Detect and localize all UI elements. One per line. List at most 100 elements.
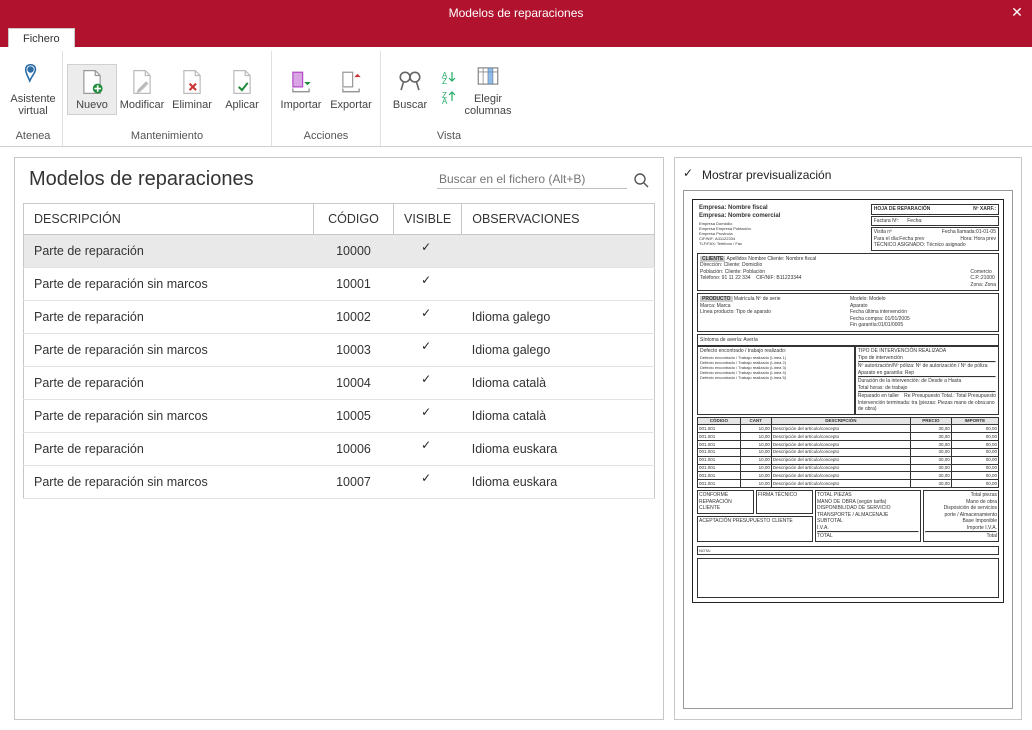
cell-visible: [394, 235, 462, 268]
close-button[interactable]: ✕: [1002, 0, 1032, 25]
cell-obs: [462, 268, 655, 301]
cell-obs: Idioma galego: [462, 301, 655, 334]
edit-icon: [129, 69, 155, 97]
window-title: Modelos de reparaciones: [449, 6, 584, 20]
preview-toggle[interactable]: Mostrar previsualización: [683, 168, 1013, 190]
sort-asc-button[interactable]: AZ: [439, 71, 459, 89]
searchbox: [437, 170, 649, 189]
search-icon: [397, 69, 423, 97]
sort-asc-icon: AZ: [441, 69, 457, 90]
importar-button[interactable]: Importar: [276, 64, 326, 115]
checkbox-icon[interactable]: [421, 408, 434, 421]
cell-code: 10000: [314, 235, 394, 268]
close-icon: ✕: [1011, 4, 1023, 21]
table-row[interactable]: Parte de reparación10002 Idioma galego: [24, 301, 655, 334]
main: Modelos de reparaciones DESCRIPCIÓN CÓDI…: [0, 147, 1032, 730]
page-title: Modelos de reparaciones: [29, 168, 254, 191]
cell-desc: Parte de reparación: [24, 235, 314, 268]
ribbon: Asistentevirtual Atenea Nuevo Modificar: [0, 47, 1032, 147]
preview-area: Empresa: Nombre fiscal Empresa: Nombre c…: [683, 190, 1013, 709]
search-icon[interactable]: [633, 172, 649, 188]
ribbon-label: Eliminar: [172, 100, 212, 112]
checkbox-icon[interactable]: [421, 342, 434, 355]
titlebar: Modelos de reparaciones ✕: [0, 0, 1032, 25]
import-icon: [288, 69, 314, 97]
ribbon-group-label: Mantenimiento: [131, 128, 203, 146]
ribbon-label: Aplicar: [225, 100, 259, 112]
ribbon-group-atenea: Asistentevirtual Atenea: [4, 51, 63, 146]
sort-stack: AZ ZA: [435, 69, 463, 111]
table-row[interactable]: Parte de reparación sin marcos10003 Idiom…: [24, 334, 655, 367]
aplicar-button[interactable]: Aplicar: [217, 64, 267, 115]
cell-visible: [394, 268, 462, 301]
table-row[interactable]: Parte de reparación sin marcos10007Idiom…: [24, 466, 655, 499]
cell-desc: Parte de reparación: [24, 433, 314, 466]
cell-visible: [394, 367, 462, 400]
export-icon: [338, 69, 364, 97]
right-pane: Mostrar previsualización Empresa: Nombre…: [674, 157, 1022, 720]
ribbon-label: Modificar: [120, 100, 165, 112]
eliminar-button[interactable]: Eliminar: [167, 64, 217, 115]
checkbox-icon[interactable]: [421, 309, 434, 322]
ribbon-label: Importar: [281, 100, 322, 112]
column-header[interactable]: VISIBLE: [394, 204, 462, 235]
cell-visible: [394, 400, 462, 433]
table-row[interactable]: Parte de reparación sin marcos10001: [24, 268, 655, 301]
ribbon-group-mantenimiento: Nuevo Modificar Eliminar Aplicar: [63, 51, 272, 146]
cell-code: 10001: [314, 268, 394, 301]
column-header[interactable]: DESCRIPCIÓN: [24, 204, 314, 235]
cell-desc: Parte de reparación sin marcos: [24, 400, 314, 433]
cell-desc: Parte de reparación sin marcos: [24, 466, 314, 499]
preview-document: Empresa: Nombre fiscal Empresa: Nombre c…: [692, 199, 1004, 603]
sort-desc-icon: ZA: [441, 89, 457, 110]
checkbox-icon[interactable]: [421, 474, 434, 487]
table-row[interactable]: Parte de reparación sin marcos10005Idiom…: [24, 400, 655, 433]
elegir-columnas-button[interactable]: Elegircolumnas: [463, 58, 513, 120]
ribbon-label: Nuevo: [76, 100, 108, 112]
buscar-button[interactable]: Buscar: [385, 64, 435, 115]
columns-icon: [475, 63, 501, 91]
cell-visible: [394, 334, 462, 367]
cell-code: 10003: [314, 334, 394, 367]
cell-obs: Idioma euskara: [462, 466, 655, 499]
table-row[interactable]: Parte de reparación10004Idioma català: [24, 367, 655, 400]
cell-code: 10004: [314, 367, 394, 400]
sort-desc-button[interactable]: ZA: [439, 91, 459, 109]
ribbon-group-vista: Buscar AZ ZA Elegircolumnas Vista: [381, 51, 517, 146]
cell-visible: [394, 301, 462, 334]
table: DESCRIPCIÓN CÓDIGO VISIBLE OBSERVACIONES…: [23, 203, 655, 499]
checkbox-icon[interactable]: [421, 243, 434, 256]
search-input[interactable]: [437, 170, 627, 189]
ribbon-group-label: Vista: [437, 128, 461, 146]
ribbon-group-acciones: Importar Exportar Acciones: [272, 51, 381, 146]
cell-visible: [394, 433, 462, 466]
cell-desc: Parte de reparación: [24, 301, 314, 334]
column-header[interactable]: OBSERVACIONES: [462, 204, 655, 235]
table-row[interactable]: Parte de reparación10006Idioma euskara: [24, 433, 655, 466]
asistente-virtual-button[interactable]: Asistentevirtual: [8, 58, 58, 120]
new-icon: [79, 69, 105, 97]
cell-obs: Idioma galego: [462, 334, 655, 367]
nuevo-button[interactable]: Nuevo: [67, 64, 117, 115]
cell-desc: Parte de reparación sin marcos: [24, 334, 314, 367]
cell-visible: [394, 466, 462, 499]
left-pane: Modelos de reparaciones DESCRIPCIÓN CÓDI…: [14, 157, 664, 720]
ribbon-label: Exportar: [330, 100, 372, 112]
tab-fichero[interactable]: Fichero: [8, 28, 75, 47]
exportar-button[interactable]: Exportar: [326, 64, 376, 115]
table-row[interactable]: Parte de reparación10000: [24, 235, 655, 268]
ribbon-group-label: Atenea: [16, 128, 51, 146]
cell-code: 10002: [314, 301, 394, 334]
ribbon-group-label: Acciones: [304, 128, 349, 146]
checkbox-icon[interactable]: [421, 441, 434, 454]
ribbon-label: Buscar: [393, 100, 427, 112]
checkbox-icon[interactable]: [421, 276, 434, 289]
cell-code: 10006: [314, 433, 394, 466]
column-header[interactable]: CÓDIGO: [314, 204, 394, 235]
checkbox-icon[interactable]: [421, 375, 434, 388]
delete-icon: [179, 69, 205, 97]
table-header-row: DESCRIPCIÓN CÓDIGO VISIBLE OBSERVACIONES: [24, 204, 655, 235]
modificar-button[interactable]: Modificar: [117, 64, 167, 115]
ribbon-label: Asistentevirtual: [10, 94, 55, 117]
cell-obs: [462, 235, 655, 268]
